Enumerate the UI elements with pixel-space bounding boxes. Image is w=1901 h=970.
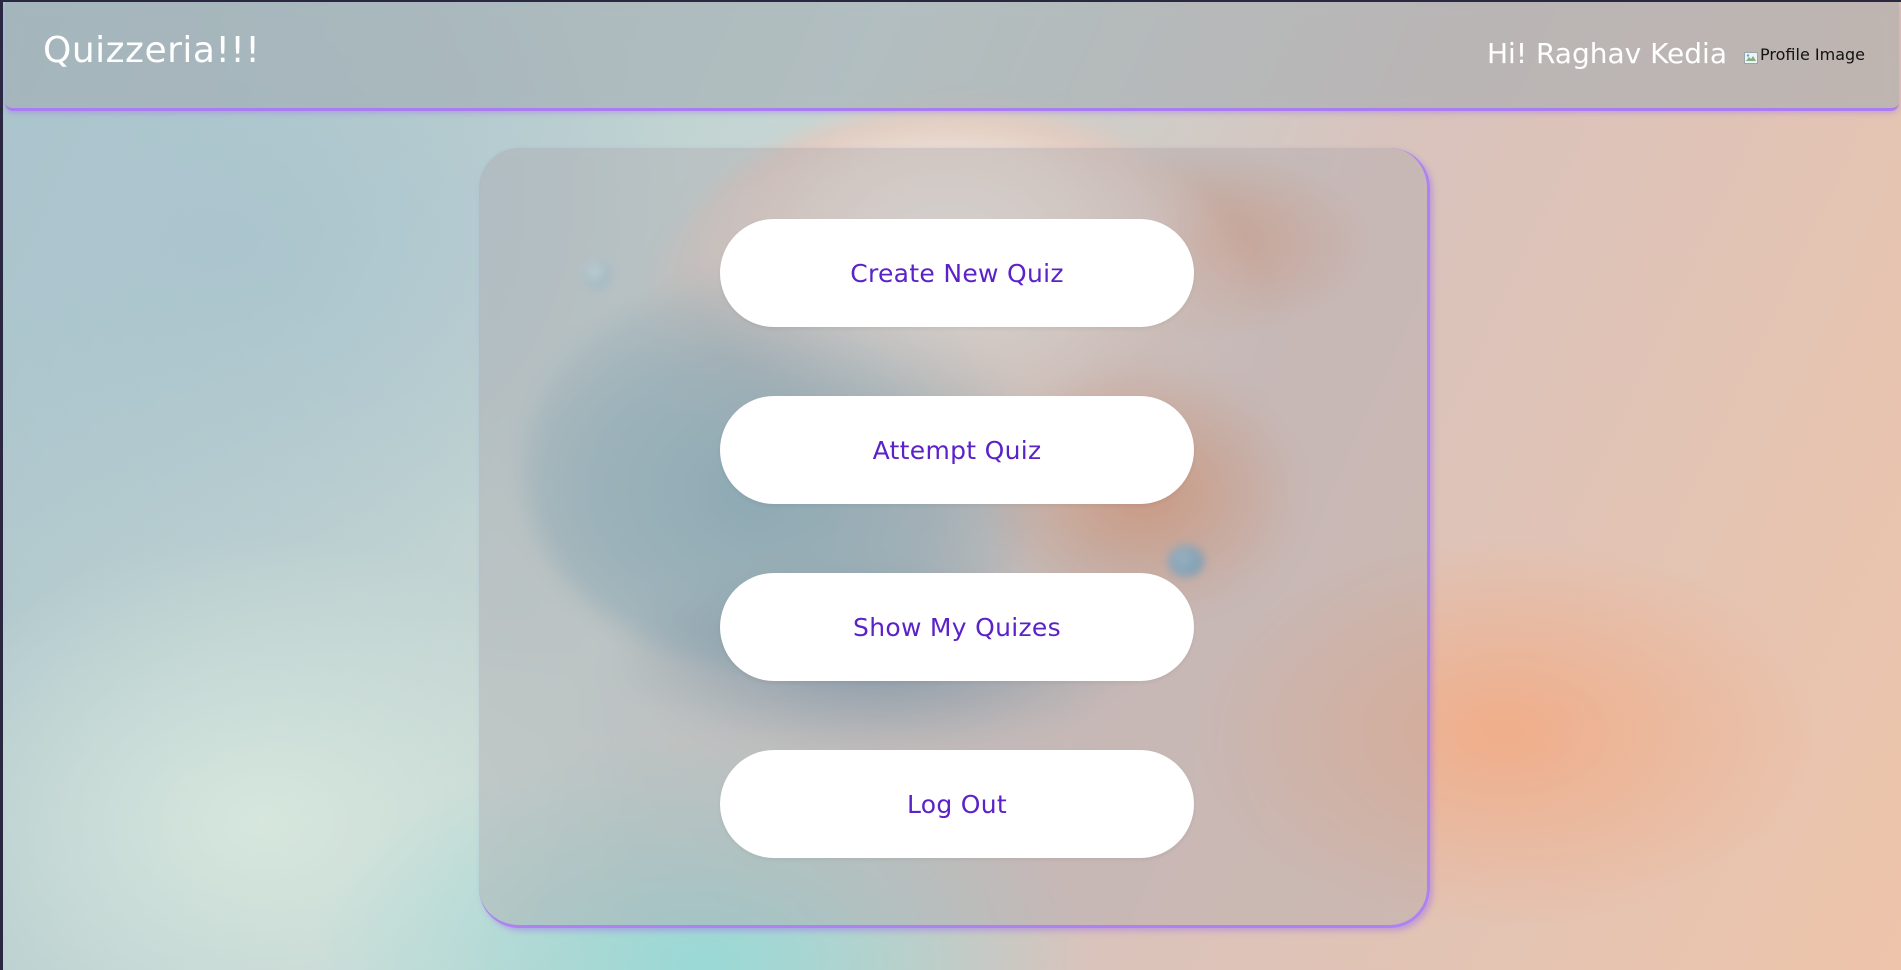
top-navbar: Quizzeria!!! Hi! Raghav Kedia Profile Im… (5, 2, 1899, 111)
log-out-button[interactable]: Log Out (720, 750, 1194, 858)
profile-image-alt-text: Profile Image (1760, 45, 1865, 64)
user-greeting: Hi! Raghav Kedia (1486, 37, 1727, 70)
profile-image[interactable]: Profile Image (1744, 45, 1865, 64)
show-my-quizzes-button[interactable]: Show My Quizes (720, 573, 1194, 681)
create-new-quiz-button[interactable]: Create New Quiz (720, 219, 1194, 327)
app-background: Quizzeria!!! Hi! Raghav Kedia Profile Im… (3, 2, 1901, 970)
menu-panel: Create New Quiz Attempt Quiz Show My Qui… (479, 148, 1430, 928)
broken-image-icon (1744, 49, 1759, 64)
app-brand[interactable]: Quizzeria!!! (43, 30, 260, 71)
attempt-quiz-button[interactable]: Attempt Quiz (720, 396, 1194, 504)
